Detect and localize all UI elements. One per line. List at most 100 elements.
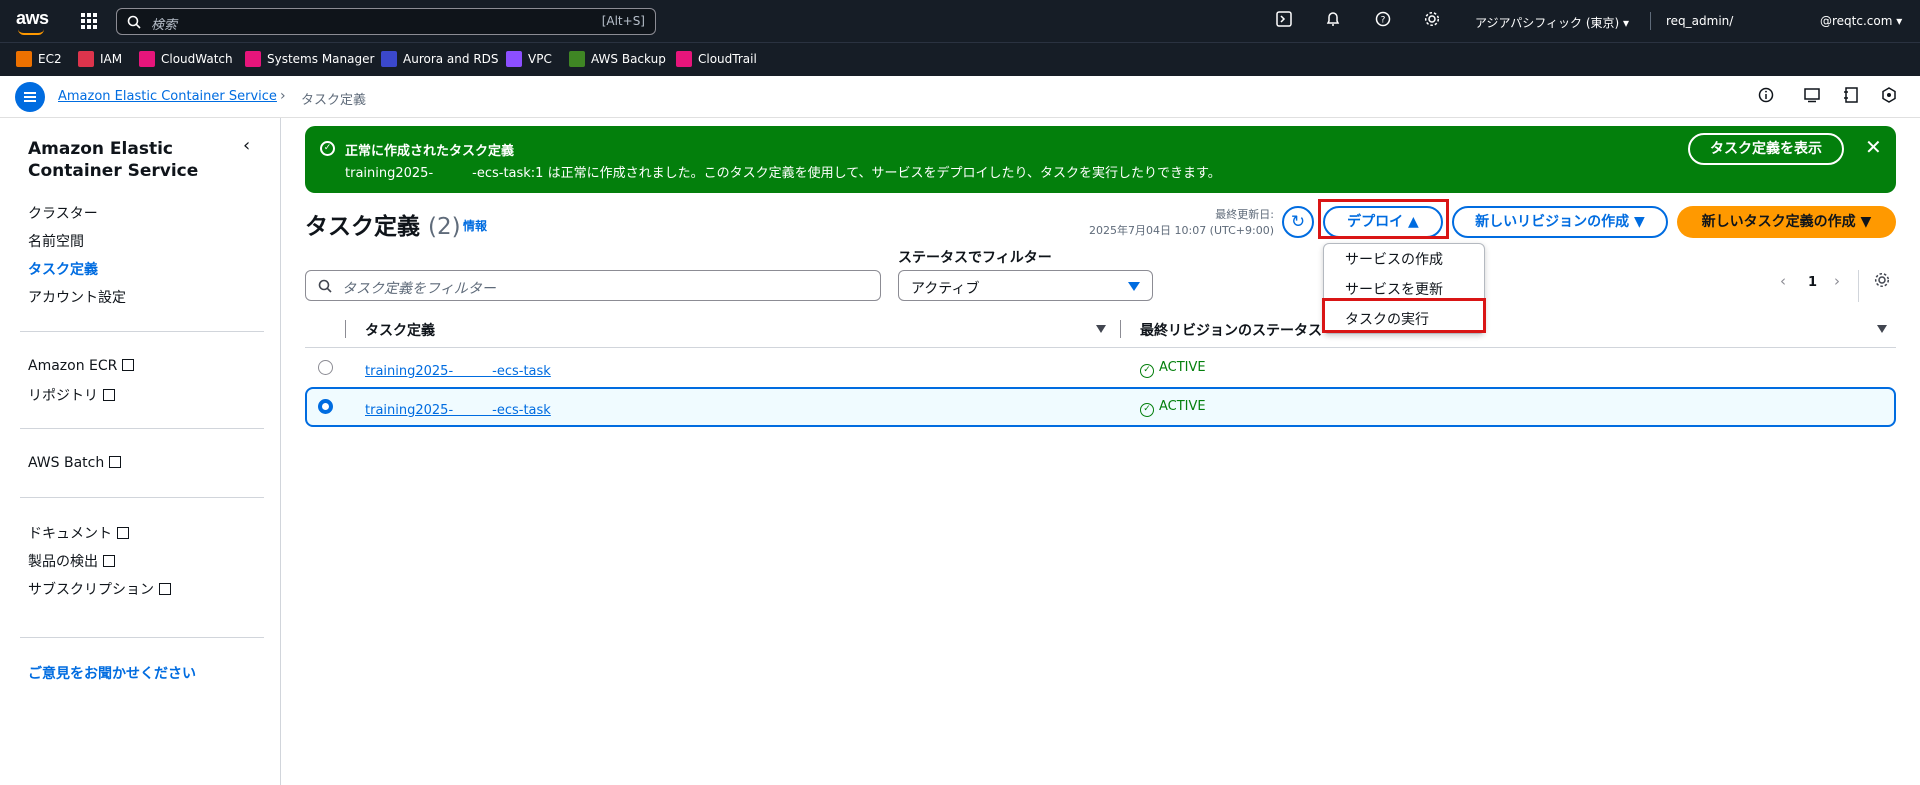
favorite-cloudwatch[interactable]: CloudWatch (139, 51, 233, 67)
next-page-icon[interactable]: › (1834, 272, 1840, 290)
systems-manager-icon (245, 51, 261, 67)
cloudwatch-icon (139, 51, 155, 67)
task-definition-filter-input[interactable]: タスク定義をフィルター (305, 270, 881, 301)
sidebar-link-discover-products[interactable]: 製品の検出 (28, 551, 115, 571)
column-header-status[interactable]: 最終リビジョンのステータス (1140, 320, 1322, 340)
favorite-iam[interactable]: IAM (78, 51, 122, 67)
prev-page-icon[interactable]: ‹ (1780, 272, 1786, 290)
search-shortcut: [Alt+S] (601, 14, 645, 28)
region-selector[interactable]: アジアパシフィック (東京) ▾ (1475, 14, 1629, 31)
check-circle-icon: ✓ (1140, 364, 1154, 378)
menu-item-update-service[interactable]: サービスを更新 (1345, 279, 1443, 299)
sidebar-link-documentation[interactable]: ドキュメント (28, 523, 129, 543)
check-circle-icon: ✓ (320, 141, 335, 156)
account-user[interactable]: req_admin/ (1666, 14, 1733, 28)
task-definition-link[interactable]: training2025- -ecs-task (365, 360, 551, 379)
backup-icon (569, 51, 585, 67)
view-task-definition-button[interactable]: タスク定義を表示 (1688, 133, 1844, 165)
highlight-deploy (1318, 199, 1449, 239)
sidebar-link-ecr[interactable]: Amazon ECR (28, 358, 135, 374)
banner-body: training2025- -ecs-task:1 は正常に作成されました。この… (345, 166, 1221, 181)
favorite-cloudtrail[interactable]: CloudTrail (676, 51, 757, 67)
chevron-left-icon[interactable]: ‹ (243, 135, 250, 156)
breadcrumb-service-link[interactable]: Amazon Elastic Container Service (58, 89, 277, 104)
menu-item-create-service[interactable]: サービスの作成 (1345, 249, 1443, 269)
top-navigation-bar: aws 検索 [Alt+S] ? アジアパシフィック (東京) ▾ req_ad… (0, 0, 1920, 42)
hexagon-icon[interactable] (1880, 87, 1898, 105)
external-link-icon (122, 359, 135, 371)
chevron-right-icon: › (280, 88, 286, 104)
favorite-systems-manager[interactable]: Systems Manager (245, 51, 374, 67)
screen-icon[interactable] (1803, 87, 1821, 105)
sidebar-item-account-settings[interactable]: アカウント設定 (28, 287, 126, 307)
caret-down-icon: ▼ (1634, 214, 1645, 230)
favorite-ec2[interactable]: EC2 (16, 51, 62, 67)
search-placeholder: 検索 (151, 18, 178, 33)
account-domain[interactable]: @reqtc.com ▾ (1820, 14, 1902, 28)
page-title: タスク定義 (2) (305, 214, 461, 240)
menu-hamburger-icon[interactable] (15, 82, 45, 112)
status-badge: ✓ ACTIVE (1140, 399, 1206, 417)
new-task-definition-button[interactable]: 新しいタスク定義の作成 ▼ (1677, 206, 1896, 238)
status-filter-label: ステータスでフィルター (898, 250, 1052, 266)
row-radio-selected[interactable] (318, 399, 333, 414)
breadcrumb-current: タスク定義 (301, 93, 367, 108)
task-definition-link[interactable]: training2025- -ecs-task (365, 399, 551, 418)
close-icon[interactable]: ✕ (1865, 135, 1882, 159)
rds-icon (381, 51, 397, 67)
search-icon (127, 15, 141, 29)
sidebar: Amazon Elastic Container Service ‹ クラスター… (0, 118, 281, 785)
help-icon[interactable]: ? (1373, 11, 1393, 31)
filter-placeholder: タスク定義をフィルター (342, 281, 496, 297)
sidebar-item-task-definitions[interactable]: タスク定義 (28, 259, 98, 279)
ec2-icon (16, 51, 32, 67)
sidebar-item-namespaces[interactable]: 名前空間 (28, 231, 84, 251)
services-grid-icon[interactable] (81, 13, 97, 29)
settings-gear-icon[interactable] (1422, 11, 1442, 31)
info-icon[interactable] (1757, 87, 1775, 105)
cloudtrail-icon (676, 51, 692, 67)
status-badge: ✓ ACTIVE (1140, 360, 1206, 378)
row-radio[interactable] (318, 360, 333, 375)
aws-logo-text: aws (16, 8, 49, 28)
sidebar-link-subscriptions[interactable]: サブスクリプション (28, 579, 171, 599)
page-number[interactable]: 1 (1808, 275, 1817, 290)
external-link-icon (103, 555, 115, 567)
aws-logo[interactable]: aws (16, 8, 49, 35)
sort-caret-icon[interactable] (1877, 325, 1887, 333)
external-link-icon (109, 456, 122, 468)
bell-icon[interactable] (1323, 11, 1343, 31)
table-row[interactable]: training2025- -ecs-task ✓ ACTIVE (305, 348, 1896, 388)
check-circle-icon: ✓ (1140, 403, 1154, 417)
sidebar-item-clusters[interactable]: クラスター (28, 203, 98, 223)
highlight-run-task (1322, 298, 1486, 333)
banner-title: 正常に作成されたタスク定義 (345, 144, 515, 159)
last-updated-label: 最終更新日: (1215, 208, 1274, 221)
caret-down-icon (1128, 282, 1140, 291)
favorite-aws-backup[interactable]: AWS Backup (569, 51, 666, 67)
favorite-vpc[interactable]: VPC (506, 51, 552, 67)
new-revision-button[interactable]: 新しいリビジョンの作成 ▼ (1452, 206, 1668, 238)
table-settings-gear-icon[interactable] (1873, 272, 1891, 290)
sidebar-link-repositories[interactable]: リポジトリ (28, 385, 115, 405)
table-row-selected[interactable]: training2025- -ecs-task ✓ ACTIVE (305, 387, 1896, 427)
vpc-icon (506, 51, 522, 67)
breadcrumb-bar: Amazon Elastic Container Service › タスク定義 (0, 76, 1920, 118)
refresh-icon[interactable]: ↻ (1282, 206, 1314, 238)
info-link[interactable]: 情報 (463, 217, 487, 234)
sort-caret-icon[interactable] (1096, 325, 1106, 333)
cloudshell-icon[interactable] (1274, 11, 1294, 31)
external-link-icon (159, 583, 171, 595)
status-filter-select[interactable]: アクティブ (898, 270, 1153, 301)
caret-down-icon: ▼ (1860, 214, 1872, 230)
sidebar-title: Amazon Elastic Container Service (28, 139, 199, 181)
iam-icon (78, 51, 94, 67)
svg-text:?: ? (1381, 16, 1386, 26)
search-input[interactable]: 検索 [Alt+S] (116, 8, 656, 35)
feedback-link[interactable]: ご意見をお聞かせください (28, 663, 196, 683)
sidebar-link-aws-batch[interactable]: AWS Batch (28, 455, 122, 471)
favorite-aurora-rds[interactable]: Aurora and RDS (381, 51, 499, 67)
column-header-task-definition[interactable]: タスク定義 (365, 320, 435, 340)
notebook-icon[interactable] (1842, 87, 1860, 105)
search-icon (318, 279, 332, 293)
